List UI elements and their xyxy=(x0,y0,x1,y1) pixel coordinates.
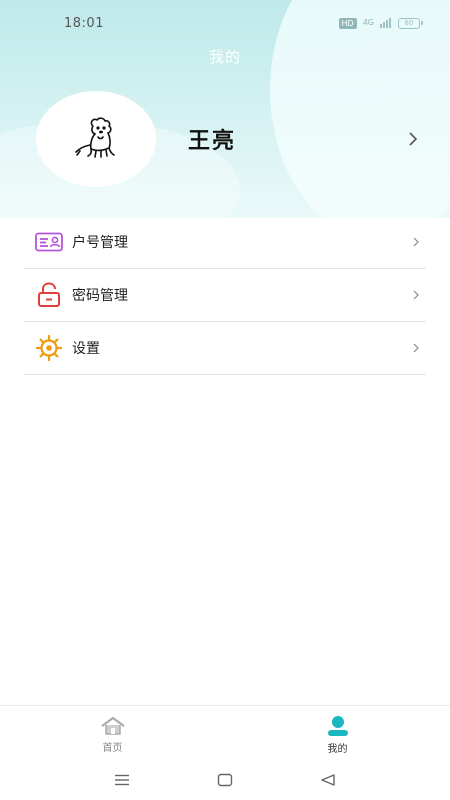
battery-icon: 80 xyxy=(398,17,423,29)
chevron-right-icon xyxy=(413,237,419,247)
home-icon xyxy=(100,716,125,735)
profile-header: 18:01 HD 4G 80 我的 王亮 xyxy=(0,0,450,218)
gear-icon xyxy=(34,333,64,363)
tab-label: 我的 xyxy=(327,744,348,755)
chevron-right-icon xyxy=(413,343,419,353)
wifi-icon xyxy=(380,18,391,28)
menu-item-password-management[interactable]: 密码管理 xyxy=(24,269,426,322)
id-card-icon xyxy=(34,227,64,257)
menu-item-settings[interactable]: 设置 xyxy=(24,322,426,375)
user-icon xyxy=(327,716,348,736)
chevron-right-icon xyxy=(413,290,419,300)
hd-badge: HD xyxy=(338,17,357,29)
signal-icon: 4G xyxy=(362,18,374,27)
status-time: 18:01 xyxy=(64,15,104,31)
menu-item-label: 设置 xyxy=(72,341,100,357)
my-page-screen: 18:01 HD 4G 80 我的 王亮 户号管理 密码管理 设置 首页 我的 xyxy=(0,0,450,800)
profile-card[interactable]: 王亮 xyxy=(36,91,426,187)
status-indicators: HD 4G 80 xyxy=(338,17,423,29)
avatar[interactable] xyxy=(36,91,156,187)
chevron-right-icon[interactable] xyxy=(404,130,422,148)
tab-home[interactable]: 首页 xyxy=(0,706,225,760)
status-bar: 18:01 HD 4G 80 xyxy=(0,0,450,46)
unlock-icon xyxy=(34,280,64,310)
system-navigation-bar xyxy=(0,760,450,800)
tab-label: 首页 xyxy=(102,743,123,754)
back-triangle-icon[interactable] xyxy=(318,770,338,790)
menu-item-account-management[interactable]: 户号管理 xyxy=(24,216,426,269)
bottom-tab-bar: 首页 我的 xyxy=(0,705,450,760)
dog-sketch-avatar-icon xyxy=(75,117,115,158)
page-title: 我的 xyxy=(208,48,241,66)
tab-mine[interactable]: 我的 xyxy=(225,706,450,760)
menu-item-label: 密码管理 xyxy=(72,288,128,304)
menu-icon[interactable] xyxy=(112,770,132,790)
user-name: 王亮 xyxy=(188,129,237,154)
menu-item-label: 户号管理 xyxy=(72,235,128,251)
settings-menu: 户号管理 密码管理 设置 xyxy=(24,216,426,375)
home-square-icon[interactable] xyxy=(215,770,235,790)
